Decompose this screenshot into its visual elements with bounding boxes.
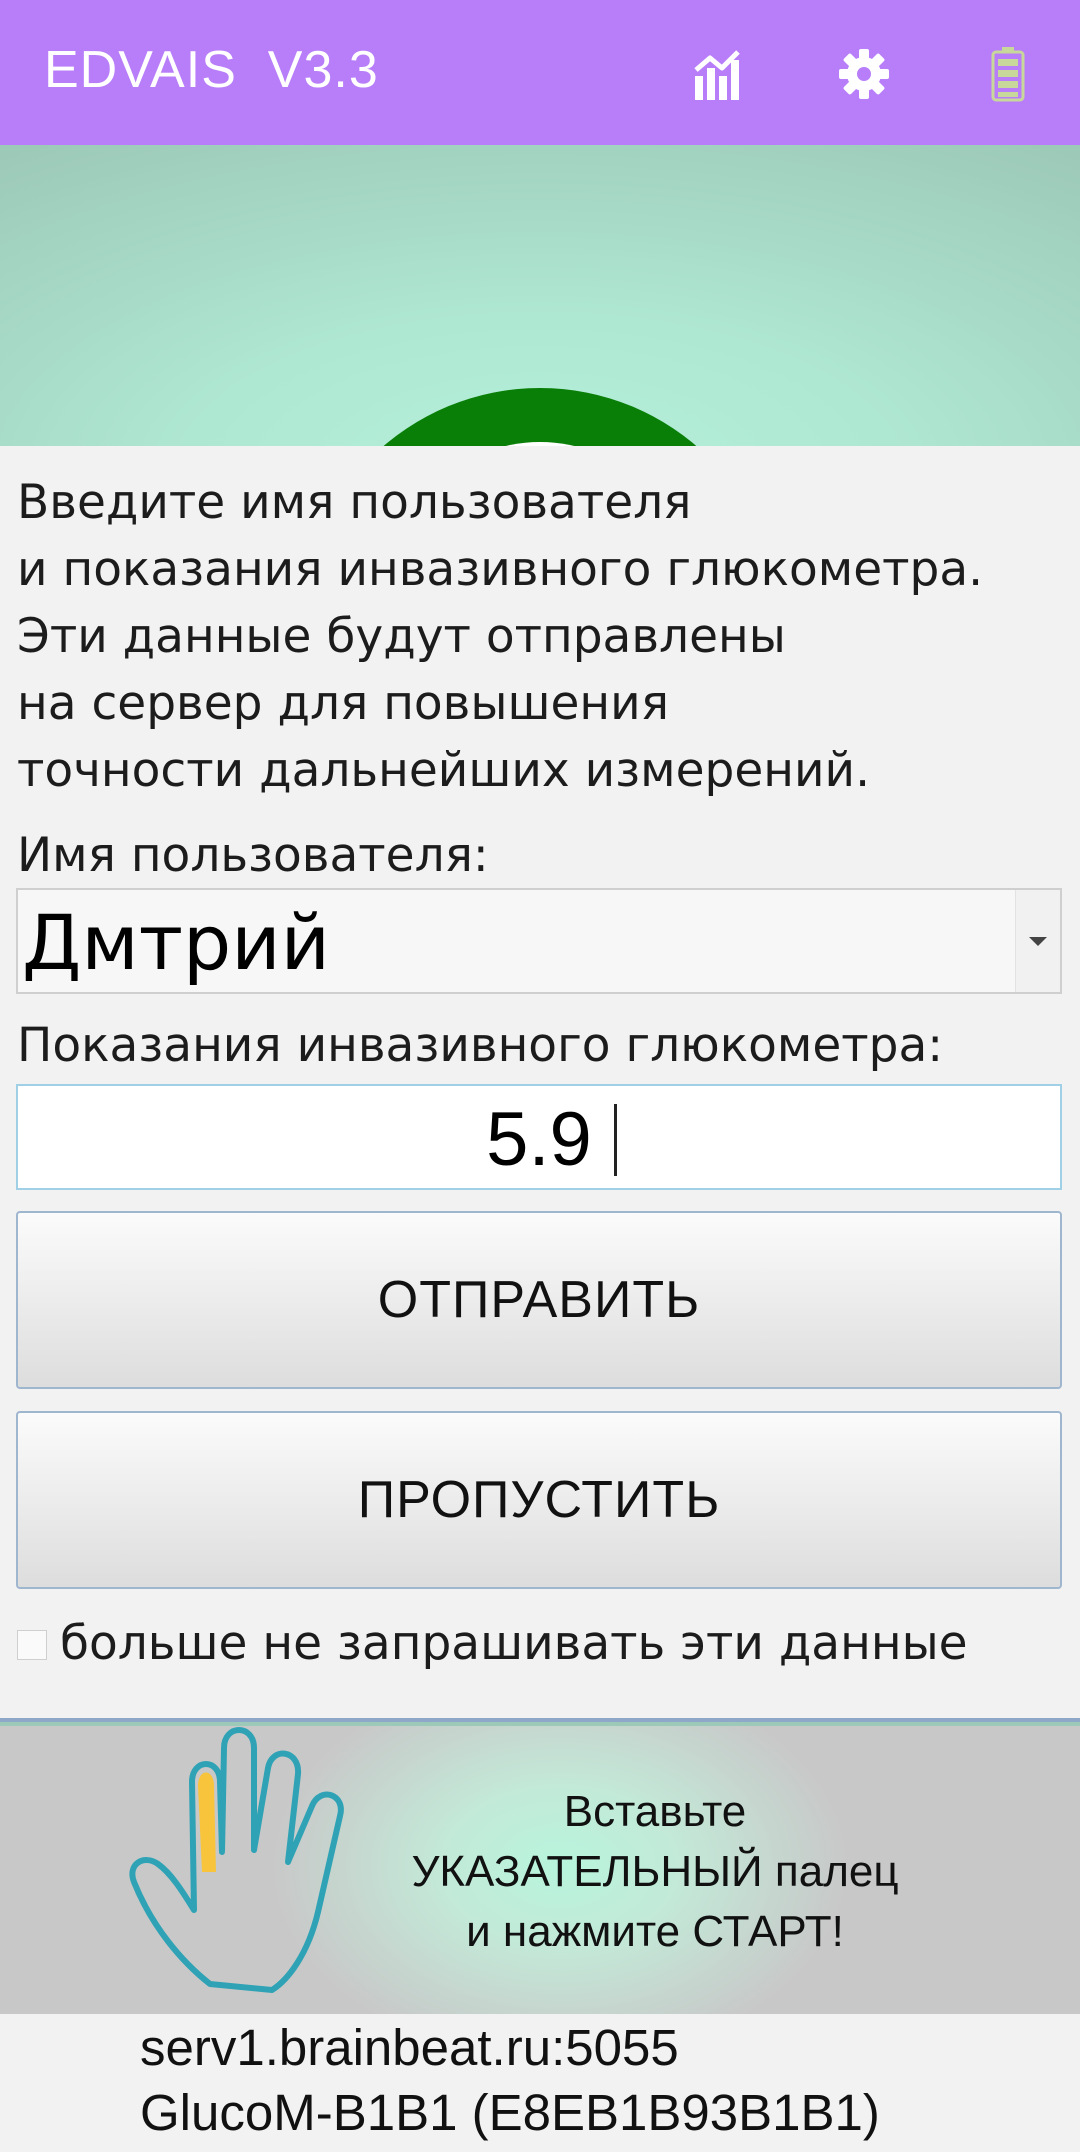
skip-button[interactable]: ПРОПУСТИТЬ bbox=[16, 1411, 1062, 1589]
settings-button[interactable] bbox=[834, 44, 894, 104]
intro-line: точности дальнейших измерений. bbox=[17, 743, 871, 798]
chevron-down-icon bbox=[1029, 936, 1047, 946]
glucose-reading-value: 5.9 bbox=[486, 1097, 592, 1182]
intro-line: на сервер для повышения bbox=[17, 676, 669, 731]
text-caret bbox=[614, 1104, 617, 1176]
dialog-instructions: Введите имя пользователя и показания инв… bbox=[17, 469, 1067, 804]
app-title: EDVAIS V3.3 bbox=[44, 41, 379, 99]
chart-icon bbox=[694, 50, 740, 100]
instruction-line: УКАЗАТЕЛЬНЫЙ палец bbox=[411, 1847, 899, 1896]
username-selected-value: Дмтрий bbox=[22, 898, 331, 987]
hand-icon bbox=[129, 1727, 344, 1993]
glucose-reading-label: Показания инвазивного глюкометра: bbox=[17, 1018, 944, 1073]
battery-indicator[interactable] bbox=[978, 44, 1038, 104]
instruction-line: Вставьте bbox=[563, 1787, 747, 1836]
send-button[interactable]: ОТПРАВИТЬ bbox=[16, 1211, 1062, 1389]
gear-icon bbox=[839, 49, 889, 99]
chart-button[interactable] bbox=[690, 44, 750, 104]
dont-ask-label: больше не запрашивать эти данные bbox=[60, 1616, 968, 1671]
dont-ask-checkbox[interactable] bbox=[17, 1630, 47, 1660]
dropdown-arrow-box bbox=[1015, 890, 1060, 992]
intro-line: Эти данные будут отправлены bbox=[17, 609, 786, 664]
finger-instruction-text: Вставьте УКАЗАТЕЛЬНЫЙ палец и нажмите СТ… bbox=[370, 1782, 940, 1962]
instruction-line: и нажмите СТАРТ! bbox=[466, 1907, 844, 1956]
intro-line: и показания инвазивного глюкометра. bbox=[17, 542, 984, 597]
device-id: GlucoM-B1B1 (E8EB1B93B1B1) bbox=[140, 2084, 880, 2141]
username-label: Имя пользователя: bbox=[17, 828, 489, 883]
battery-icon bbox=[991, 47, 1025, 102]
intro-line: Введите имя пользователя bbox=[17, 475, 692, 530]
server-address: serv1.brainbeat.ru:5055 bbox=[140, 2019, 679, 2076]
username-select[interactable]: Дмтрий bbox=[16, 888, 1062, 994]
glucose-reading-input[interactable]: 5.9 bbox=[16, 1084, 1062, 1190]
